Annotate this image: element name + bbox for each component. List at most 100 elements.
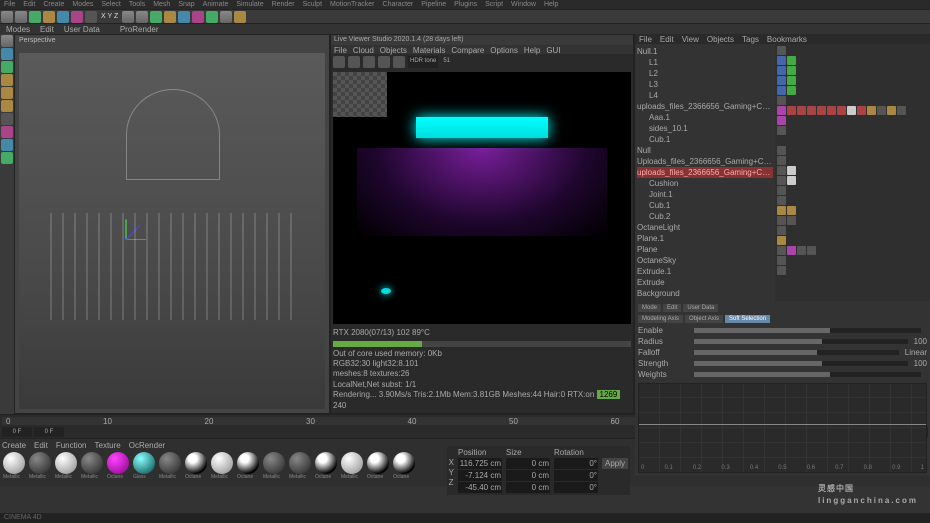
material-swatch[interactable]: Metallic: [158, 452, 182, 482]
restart-icon[interactable]: [348, 56, 360, 68]
tree-item[interactable]: Extrude: [637, 277, 773, 288]
material-swatch[interactable]: Octane: [314, 452, 338, 482]
undo-icon[interactable]: [1, 11, 13, 23]
material-swatch[interactable]: Metallic: [340, 452, 364, 482]
array-icon[interactable]: [192, 11, 204, 23]
menu-simulate[interactable]: Simulate: [236, 1, 263, 8]
poly-mode-icon[interactable]: [1, 100, 13, 112]
falloff-graph[interactable]: 00.10.20.30.40.50.60.70.80.91: [638, 383, 927, 473]
menu-help[interactable]: Help: [544, 1, 558, 8]
lut-dropdown[interactable]: HDR tone: [408, 56, 438, 68]
edge-mode-icon[interactable]: [1, 87, 13, 99]
menu-window[interactable]: Window: [511, 1, 536, 8]
menu-create[interactable]: Create: [43, 1, 64, 8]
material-swatch[interactable]: Glass: [132, 452, 156, 482]
move-icon[interactable]: [43, 11, 55, 23]
tweak-icon[interactable]: [1, 126, 13, 138]
rotate-icon[interactable]: [71, 11, 83, 23]
menu-plugins[interactable]: Plugins: [454, 1, 477, 8]
tree-item[interactable]: L3: [637, 79, 773, 90]
model-mode-icon[interactable]: [1, 35, 13, 47]
main-menu[interactable]: File Edit Create Modes Select Tools Mesh Snap An…: [0, 0, 930, 10]
cube-icon[interactable]: [150, 11, 162, 23]
tree-item[interactable]: Plane: [637, 244, 773, 255]
tree-item[interactable]: Plane.1: [637, 233, 773, 244]
menu-file[interactable]: File: [4, 1, 15, 8]
material-swatch[interactable]: Octane: [366, 452, 390, 482]
menu-render[interactable]: Render: [272, 1, 295, 8]
texture-mode-icon[interactable]: [1, 48, 13, 60]
snap-icon[interactable]: [1, 139, 13, 151]
menu-mesh[interactable]: Mesh: [153, 1, 170, 8]
sub-menu[interactable]: ModesEditUser DataProRender: [0, 24, 930, 34]
tree-item[interactable]: uploads_files_2366656_Gaming+Computer+Fa…: [637, 101, 773, 112]
render-menu[interactable]: FileCloudObjectsMaterialsCompareOptionsH…: [331, 45, 633, 54]
tag-column[interactable]: [775, 44, 930, 301]
tree-item[interactable]: Cushion: [637, 178, 773, 189]
tree-item[interactable]: Cub.1: [637, 200, 773, 211]
workplane-icon[interactable]: [1, 61, 13, 73]
point-mode-icon[interactable]: [1, 74, 13, 86]
tree-item[interactable]: Uploads_files_2366656_Gaming+Computer+Fa…: [637, 156, 773, 167]
pen-icon[interactable]: [164, 11, 176, 23]
material-swatch[interactable]: Metallic: [28, 452, 52, 482]
material-swatch[interactable]: Metallic: [288, 452, 312, 482]
menu-select[interactable]: Select: [101, 1, 120, 8]
clay-icon[interactable]: [393, 56, 405, 68]
object-manager-tabs[interactable]: FileEditViewObjectsTagsBookmarks: [635, 34, 930, 44]
light-icon[interactable]: [234, 11, 246, 23]
attr-mode-tabs[interactable]: ModeEditUser Data: [638, 304, 927, 312]
tree-item[interactable]: Cub.1: [637, 134, 773, 145]
tree-item[interactable]: Null: [637, 145, 773, 156]
menu-script[interactable]: Script: [485, 1, 503, 8]
material-swatch[interactable]: Metallic: [210, 452, 234, 482]
material-swatch[interactable]: Octane: [392, 452, 416, 482]
live-select-icon[interactable]: [29, 11, 41, 23]
material-swatch[interactable]: Metallic: [262, 452, 286, 482]
menu-sculpt[interactable]: Sculpt: [303, 1, 322, 8]
material-swatch[interactable]: Octane: [184, 452, 208, 482]
tree-item[interactable]: Extrude.1: [637, 266, 773, 277]
tree-item[interactable]: uploads_files_2366656_Gaming+Comp+des+Fa…: [637, 167, 773, 178]
scale-icon[interactable]: [57, 11, 69, 23]
object-tree[interactable]: Null.1L1L2L3L4uploads_files_2366656_Gami…: [635, 44, 775, 301]
menu-edit[interactable]: Edit: [23, 1, 35, 8]
menu-snap[interactable]: Snap: [178, 1, 194, 8]
pause-icon[interactable]: [333, 56, 345, 68]
tree-item[interactable]: OctaneSky: [637, 255, 773, 266]
material-swatch[interactable]: Metallic: [2, 452, 26, 482]
axis-mode-icon[interactable]: [1, 113, 13, 125]
menu-tools[interactable]: Tools: [129, 1, 145, 8]
render-output[interactable]: [333, 72, 631, 324]
material-swatch[interactable]: Metallic: [54, 452, 78, 482]
lock-icon[interactable]: [363, 56, 375, 68]
frame-start[interactable]: 0 F: [2, 427, 32, 437]
menu-character[interactable]: Character: [383, 1, 414, 8]
tree-item[interactable]: L4: [637, 90, 773, 101]
render-icon[interactable]: [122, 11, 134, 23]
nurbs-icon[interactable]: [178, 11, 190, 23]
tree-item[interactable]: L1: [637, 57, 773, 68]
menu-modes[interactable]: Modes: [72, 1, 93, 8]
menu-animate[interactable]: Animate: [203, 1, 229, 8]
attr-section-tabs[interactable]: Modeling AxisObject AxisSoft Selection: [638, 315, 927, 323]
menu-motiontracker[interactable]: MotionTracker: [330, 1, 374, 8]
tree-item[interactable]: Aaa.1: [637, 112, 773, 123]
axis-gizmo[interactable]: [111, 224, 141, 254]
render-region-icon[interactable]: [136, 11, 148, 23]
material-swatch[interactable]: Octane: [236, 452, 260, 482]
redo-icon[interactable]: [15, 11, 27, 23]
deformer-icon[interactable]: [206, 11, 218, 23]
tree-item[interactable]: L2: [637, 68, 773, 79]
menu-pipeline[interactable]: Pipeline: [421, 1, 446, 8]
material-swatch[interactable]: Octane: [106, 452, 130, 482]
tree-item[interactable]: Background: [637, 288, 773, 299]
tree-item[interactable]: Joint.1: [637, 189, 773, 200]
material-swatch[interactable]: Metallic: [80, 452, 104, 482]
perspective-viewport[interactable]: Perspective: [14, 34, 330, 414]
apply-button[interactable]: Apply: [602, 458, 628, 469]
viewport-solo-icon[interactable]: [1, 152, 13, 164]
tree-item[interactable]: Cub.2: [637, 211, 773, 222]
tree-item[interactable]: Null.1: [637, 46, 773, 57]
tree-item[interactable]: OctaneLight: [637, 222, 773, 233]
